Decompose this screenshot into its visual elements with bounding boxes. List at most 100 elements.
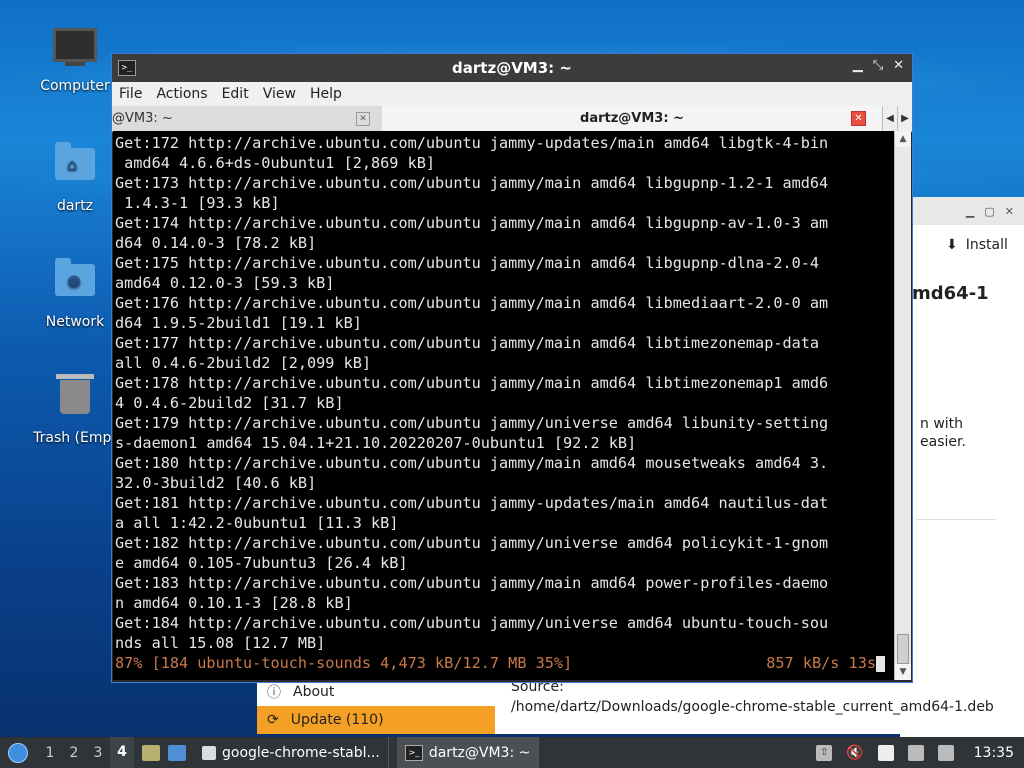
minimize-icon[interactable]: ▁ xyxy=(966,205,974,218)
maximize-icon[interactable]: ▢ xyxy=(984,205,994,218)
network-folder-icon: ◉ xyxy=(53,258,97,308)
task-terminal[interactable]: >_ dartz@VM3: ~ xyxy=(396,737,540,768)
tab-prev-icon[interactable]: ◀ xyxy=(882,106,897,131)
terminal-scrollbar[interactable]: ▲ ▼ xyxy=(894,131,911,680)
terminal-line: s-daemon1 amd64 15.04.1+21.10.20220207-0… xyxy=(115,434,637,452)
progress-text: 87% [184 ubuntu-touch-sounds 4,473 kB/12… xyxy=(115,654,573,672)
tab-label: dartz@VM3: ~ xyxy=(580,111,684,126)
description-line: easier. xyxy=(920,434,966,450)
home-folder-icon: ⌂ xyxy=(53,142,97,192)
terminal-line: Get:183 http://archive.ubuntu.com/ubuntu… xyxy=(115,574,829,592)
installer-lower-panel: ⓘ About ⟳ Update (110) Source: /home/dar… xyxy=(257,678,997,734)
menu-actions[interactable]: Actions xyxy=(156,86,207,102)
task-label: google-chrome-stabl... xyxy=(222,744,380,761)
task-installer[interactable]: google-chrome-stabl... xyxy=(194,737,389,768)
task-label: dartz@VM3: ~ xyxy=(428,744,531,761)
terminal-line: 4 0.4.6-2build2 [31.7 kB] xyxy=(115,394,344,412)
terminal-line: amd64 4.6.6+ds-0ubuntu1 [2,869 kB] xyxy=(115,154,436,172)
package-icon xyxy=(202,745,216,760)
menu-view[interactable]: View xyxy=(263,86,296,102)
close-icon[interactable]: ✕ xyxy=(1005,205,1014,218)
package-title: md64-1 xyxy=(912,283,989,304)
tab-close-icon[interactable]: ✕ xyxy=(356,112,370,126)
menu-file[interactable]: File xyxy=(119,86,142,102)
terminal-output[interactable]: Get:172 http://archive.ubuntu.com/ubuntu… xyxy=(113,131,895,680)
clipboard-icon[interactable] xyxy=(877,744,894,761)
package-description: n with easier. xyxy=(920,415,966,451)
terminal-line: Get:172 http://archive.ubuntu.com/ubuntu… xyxy=(115,134,829,152)
terminal-line: Get:178 http://archive.ubuntu.com/ubuntu… xyxy=(115,374,829,392)
scroll-up-icon[interactable]: ▲ xyxy=(895,131,911,147)
terminal-icon: >_ xyxy=(118,60,136,76)
start-menu-icon[interactable] xyxy=(8,742,28,763)
terminal-line: nds all 15.08 [12.7 MB] xyxy=(115,634,326,652)
terminal-titlebar[interactable]: >_ dartz@VM3: ~ ▁ ⤡ ✕ xyxy=(112,54,912,82)
divider xyxy=(916,519,996,520)
terminal-line: Get:173 http://archive.ubuntu.com/ubuntu… xyxy=(115,174,829,192)
menu-item-label: About xyxy=(293,684,335,700)
maximize-icon[interactable]: ⤡ xyxy=(873,58,883,73)
terminal-line: Get:179 http://archive.ubuntu.com/ubuntu… xyxy=(115,414,829,432)
terminal-icon: >_ xyxy=(404,744,423,761)
upload-icon[interactable]: ⇧ xyxy=(816,744,833,761)
window-title: dartz@VM3: ~ xyxy=(452,59,572,77)
trash-icon xyxy=(53,374,97,424)
tab-2[interactable]: dartz@VM3: ~ ✕ xyxy=(382,106,882,131)
terminal-line: Get:175 http://archive.ubuntu.com/ubuntu… xyxy=(115,254,820,272)
terminal-line: Get:180 http://archive.ubuntu.com/ubuntu… xyxy=(115,454,829,472)
scrollbar-thumb[interactable] xyxy=(897,634,909,664)
install-button[interactable]: ⬇ Install xyxy=(946,237,1008,253)
scroll-down-icon[interactable]: ▼ xyxy=(895,664,911,680)
network-icon[interactable] xyxy=(937,744,954,761)
update-icon: ⟳ xyxy=(267,712,279,728)
close-icon[interactable]: ✕ xyxy=(893,58,904,73)
menu-help[interactable]: Help xyxy=(310,86,342,102)
keyboard-icon[interactable] xyxy=(907,744,924,761)
download-icon: ⬇ xyxy=(946,237,958,253)
terminal-line: Get:174 http://archive.ubuntu.com/ubuntu… xyxy=(115,214,829,232)
minimize-icon[interactable]: ▁ xyxy=(853,58,863,73)
terminal-line: amd64 0.12.0-3 [59.3 kB] xyxy=(115,274,335,292)
terminal-line: Get:176 http://archive.ubuntu.com/ubuntu… xyxy=(115,294,829,312)
description-line: n with xyxy=(920,416,964,432)
terminal-line: Get:182 http://archive.ubuntu.com/ubuntu… xyxy=(115,534,829,552)
workspace-1[interactable]: 1 xyxy=(38,745,62,761)
menu-item-label: Update (110) xyxy=(290,712,384,728)
terminal-line: d64 1.9.5-2build1 [19.1 kB] xyxy=(115,314,362,332)
source-path: /home/dartz/Downloads/google-chrome-stab… xyxy=(511,699,994,715)
installer-titlebar: ▁ ▢ ✕ xyxy=(900,197,1024,225)
progress-line: 87% [184 ubuntu-touch-sounds 4,473 kB/12… xyxy=(115,653,895,673)
terminal-line: 32.0-3build2 [40.6 kB] xyxy=(115,474,317,492)
workspace-4[interactable]: 4 xyxy=(110,737,134,768)
progress-speed: 857 kB/s 13s xyxy=(766,653,885,673)
tab-close-icon[interactable]: ✕ xyxy=(851,111,866,126)
volume-muted-icon[interactable]: 🔇 xyxy=(846,745,863,761)
menu-edit[interactable]: Edit xyxy=(222,86,249,102)
terminal-window: >_ dartz@VM3: ~ ▁ ⤡ ✕ File Actions Edit … xyxy=(111,53,913,683)
terminal-line: Get:181 http://archive.ubuntu.com/ubuntu… xyxy=(115,494,829,512)
workspace-2[interactable]: 2 xyxy=(62,745,86,761)
tab-next-icon[interactable]: ▶ xyxy=(897,106,912,131)
tab-1[interactable]: @VM3: ~ ✕ xyxy=(112,106,382,131)
terminal-line: Get:177 http://archive.ubuntu.com/ubuntu… xyxy=(115,334,820,352)
clock: 13:35 xyxy=(973,744,1014,761)
show-desktop-icon[interactable] xyxy=(168,744,186,761)
terminal-line: 1.4.3-1 [93.3 kB] xyxy=(115,194,280,212)
file-manager-icon[interactable] xyxy=(142,744,160,761)
text-cursor xyxy=(876,655,885,672)
terminal-line: d64 0.14.0-3 [78.2 kB] xyxy=(115,234,317,252)
info-icon: ⓘ xyxy=(267,685,281,701)
tab-label: @VM3: ~ xyxy=(112,111,173,126)
workspace-3[interactable]: 3 xyxy=(86,745,110,761)
menu-item-update[interactable]: ⟳ Update (110) xyxy=(257,706,495,734)
terminal-line: all 0.4.6-2build2 [2,099 kB] xyxy=(115,354,372,372)
install-label: Install xyxy=(965,237,1008,253)
progress-speed-text: 857 kB/s 13s xyxy=(766,654,876,672)
taskbar: 1 2 3 4 google-chrome-stabl... >_ dartz@… xyxy=(0,737,1024,768)
computer-icon xyxy=(53,28,97,72)
terminal-tabs: @VM3: ~ ✕ dartz@VM3: ~ ✕ ◀ ▶ xyxy=(112,106,912,132)
installer-window: ▁ ▢ ✕ ⬇ Install md64-1 n with easier. xyxy=(900,197,1024,737)
terminal-line: Get:184 http://archive.ubuntu.com/ubuntu… xyxy=(115,614,829,632)
terminal-line: a all 1:42.2-0ubuntu1 [11.3 kB] xyxy=(115,514,399,532)
terminal-line: n amd64 0.10.1-3 [28.8 kB] xyxy=(115,594,353,612)
